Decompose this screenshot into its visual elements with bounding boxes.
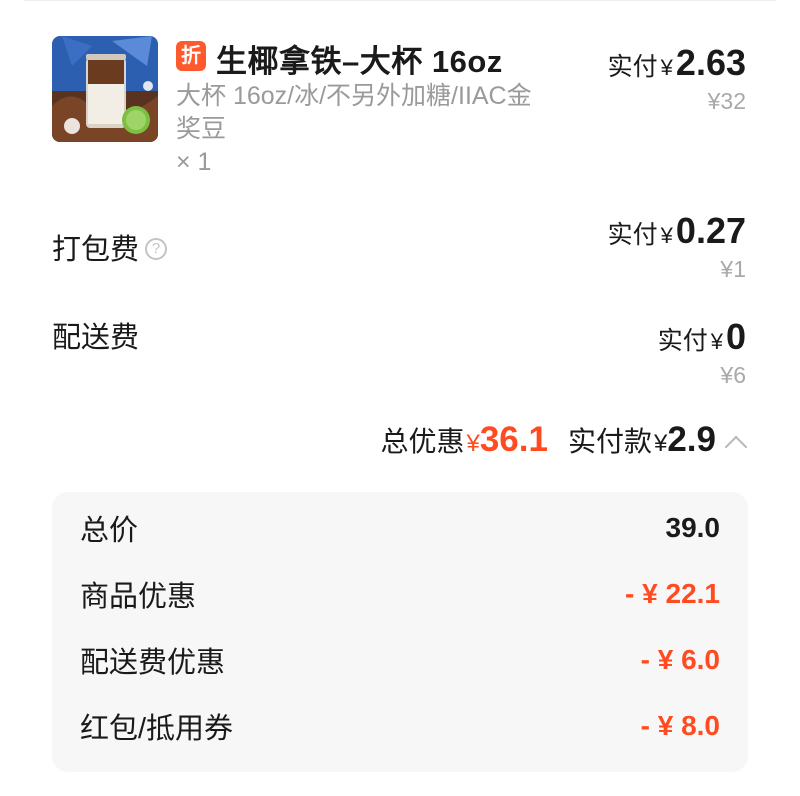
breakdown-value: - ¥ 22.1 xyxy=(625,578,720,609)
paid-amount: 2.63 xyxy=(675,42,746,83)
breakdown-row: 商品优惠 - ¥ 22.1 xyxy=(80,574,720,614)
paid-amount: 0 xyxy=(725,316,746,357)
price-breakdown-panel: 总价 39.0 商品优惠 - ¥ 22.1 配送费优惠 - ¥ 6.0 红包/抵… xyxy=(52,492,748,772)
total-discount-amount: 36.1 xyxy=(479,420,548,459)
total-paid-label: 实付款 xyxy=(567,426,652,457)
breakdown-value: 39.0 xyxy=(665,512,721,543)
breakdown-label: 商品优惠 xyxy=(80,581,197,613)
delivery-fee-original-price: ¥6 xyxy=(720,362,746,388)
currency-symbol: ¥ xyxy=(660,223,673,248)
discount-tag: 折 xyxy=(176,41,206,71)
breakdown-row: 红包/抵用券 - ¥ 8.0 xyxy=(80,706,720,746)
currency-symbol: ¥ xyxy=(653,430,668,457)
packing-fee-label: 打包费 xyxy=(52,234,140,266)
packing-fee-paid-price: 实付 ¥ 0.27 xyxy=(608,210,746,252)
product-quantity: × 1 xyxy=(176,148,212,176)
breakdown-row: 总价 39.0 xyxy=(80,508,720,548)
paid-label: 实付 xyxy=(657,327,708,355)
delivery-fee-label: 配送费 xyxy=(52,322,140,354)
breakdown-label: 红包/抵用券 xyxy=(80,713,234,745)
total-paid-amount: 2.9 xyxy=(667,420,716,459)
currency-symbol: ¥ xyxy=(710,329,723,354)
product-image[interactable] xyxy=(52,36,158,142)
paid-label: 实付 xyxy=(607,221,658,249)
product-paid-price: 实付 ¥ 2.63 xyxy=(608,42,746,84)
breakdown-value: - ¥ 8.0 xyxy=(640,710,720,741)
chevron-up-icon[interactable] xyxy=(724,435,748,459)
currency-symbol: ¥ xyxy=(466,430,480,457)
paid-amount: 0.27 xyxy=(675,210,746,251)
product-original-price: ¥32 xyxy=(707,88,746,114)
product-name[interactable]: 生椰拿铁–大杯 16oz xyxy=(216,36,503,81)
product-spec: 大杯 16oz/冰/不另外加糖/IIAC金奖豆 xyxy=(176,82,532,143)
breakdown-label: 总价 xyxy=(80,515,139,547)
packing-fee-row-label: 打包费? xyxy=(52,226,168,268)
order-detail-card: 折 生椰拿铁–大杯 16oz 大杯 16oz/冰/不另外加糖/IIAC金奖豆 ×… xyxy=(0,0,800,796)
paid-label: 实付 xyxy=(607,53,658,81)
order-summary-toggle[interactable]: 总优惠 ¥ 36.1 实付款 ¥ 2.9 xyxy=(380,420,748,460)
total-discount-label: 总优惠 xyxy=(380,426,465,457)
packing-fee-original-price: ¥1 xyxy=(720,256,746,282)
breakdown-value: - ¥ 6.0 xyxy=(640,644,720,675)
divider xyxy=(24,0,776,1)
question-circle-icon[interactable]: ? xyxy=(145,238,168,261)
breakdown-label: 配送费优惠 xyxy=(80,647,226,679)
delivery-fee-paid-price: 实付 ¥ 0 xyxy=(658,316,746,358)
breakdown-row: 配送费优惠 - ¥ 6.0 xyxy=(80,640,720,680)
currency-symbol: ¥ xyxy=(660,55,673,80)
